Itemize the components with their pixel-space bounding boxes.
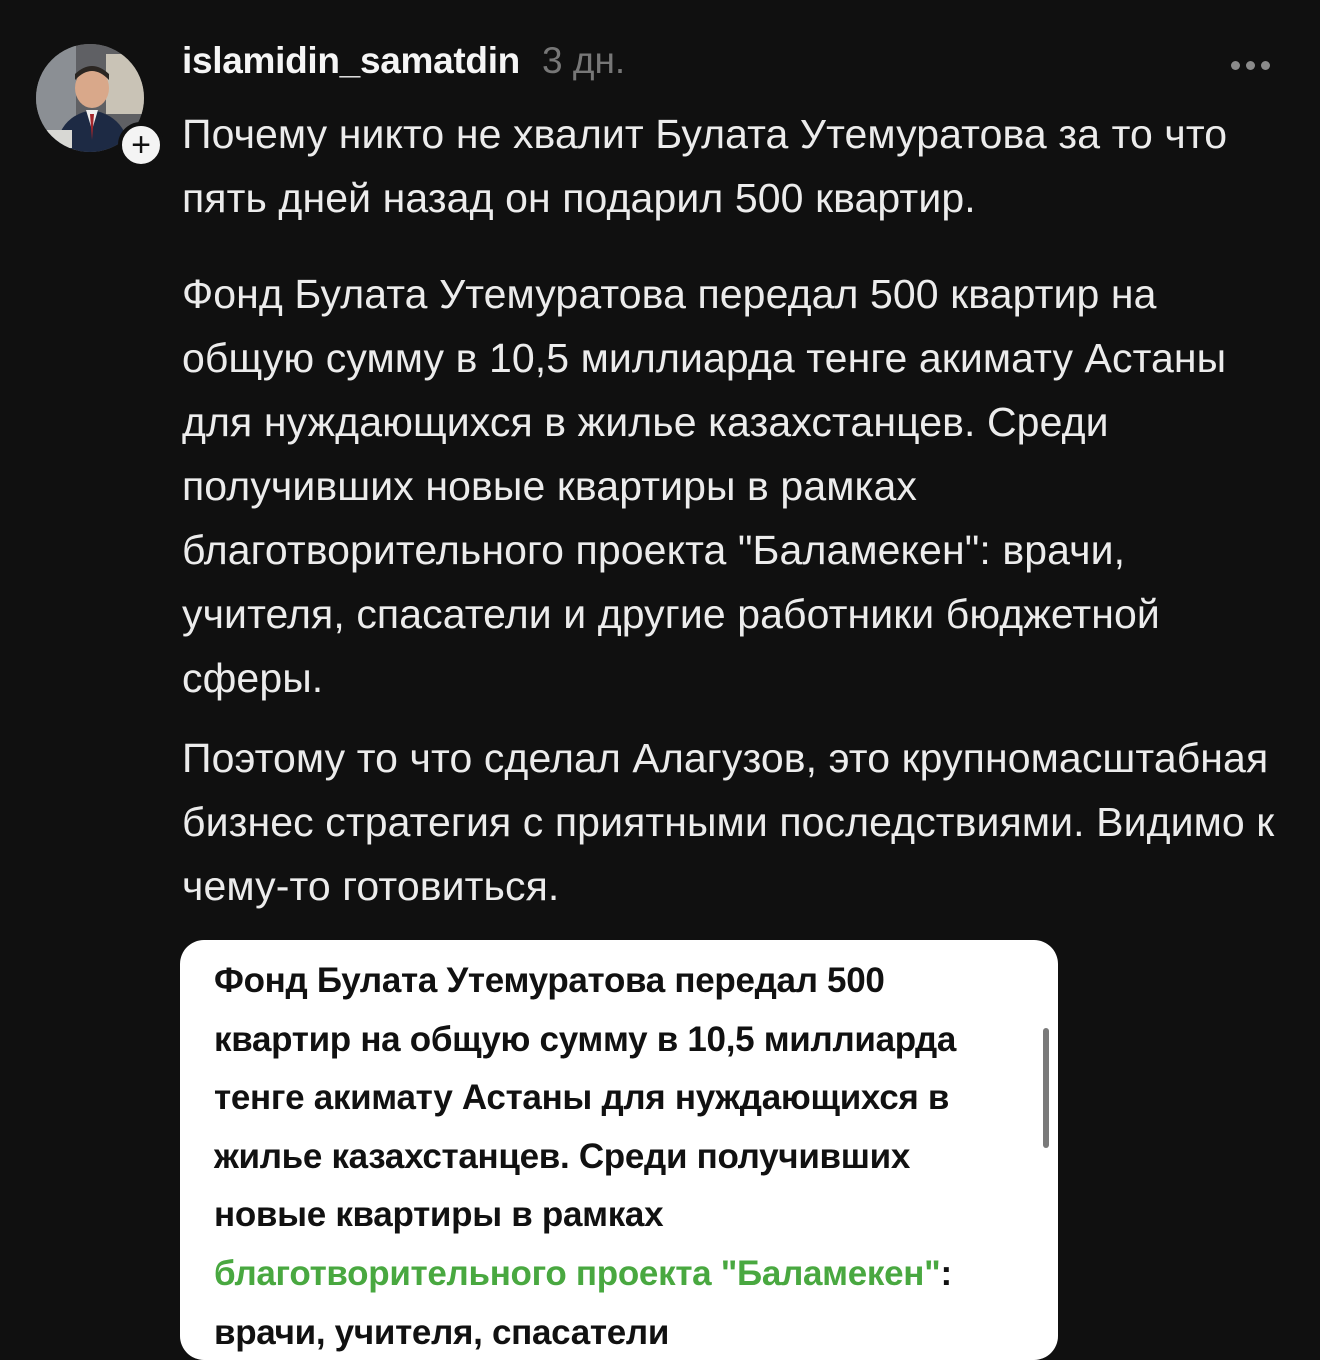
more-horizontal-icon [1230,60,1240,70]
card-text: Фонд Булата Утемуратова передал 500 квар… [214,952,1014,1360]
follow-button[interactable]: + [118,122,164,168]
card-link[interactable]: благотворительного проекта "Баламекен" [214,1254,941,1293]
post-time: 3 дн. [542,40,626,81]
plus-icon: + [131,126,151,164]
post-paragraph-2: Фонд Булата Утемуратова передал 500 квар… [182,271,1227,701]
avatar-container[interactable]: + [36,44,164,168]
post-header: islamidin_samatdin 3 дн. [182,40,625,92]
more-options-button[interactable] [1228,50,1272,80]
post-paragraph-1: Почему никто не хвалит Булата Утемуратов… [182,111,1228,221]
card-text-before-link: Фонд Булата Утемуратова передал 500 квар… [214,961,957,1235]
username[interactable]: islamidin_samatdin [182,40,520,82]
scrollbar[interactable] [1043,1028,1049,1148]
post-paragraph-3: Поэтому то что сделал Алагузов, это круп… [182,735,1275,909]
attached-image-card[interactable]: Фонд Булата Утемуратова передал 500 квар… [180,940,1058,1360]
